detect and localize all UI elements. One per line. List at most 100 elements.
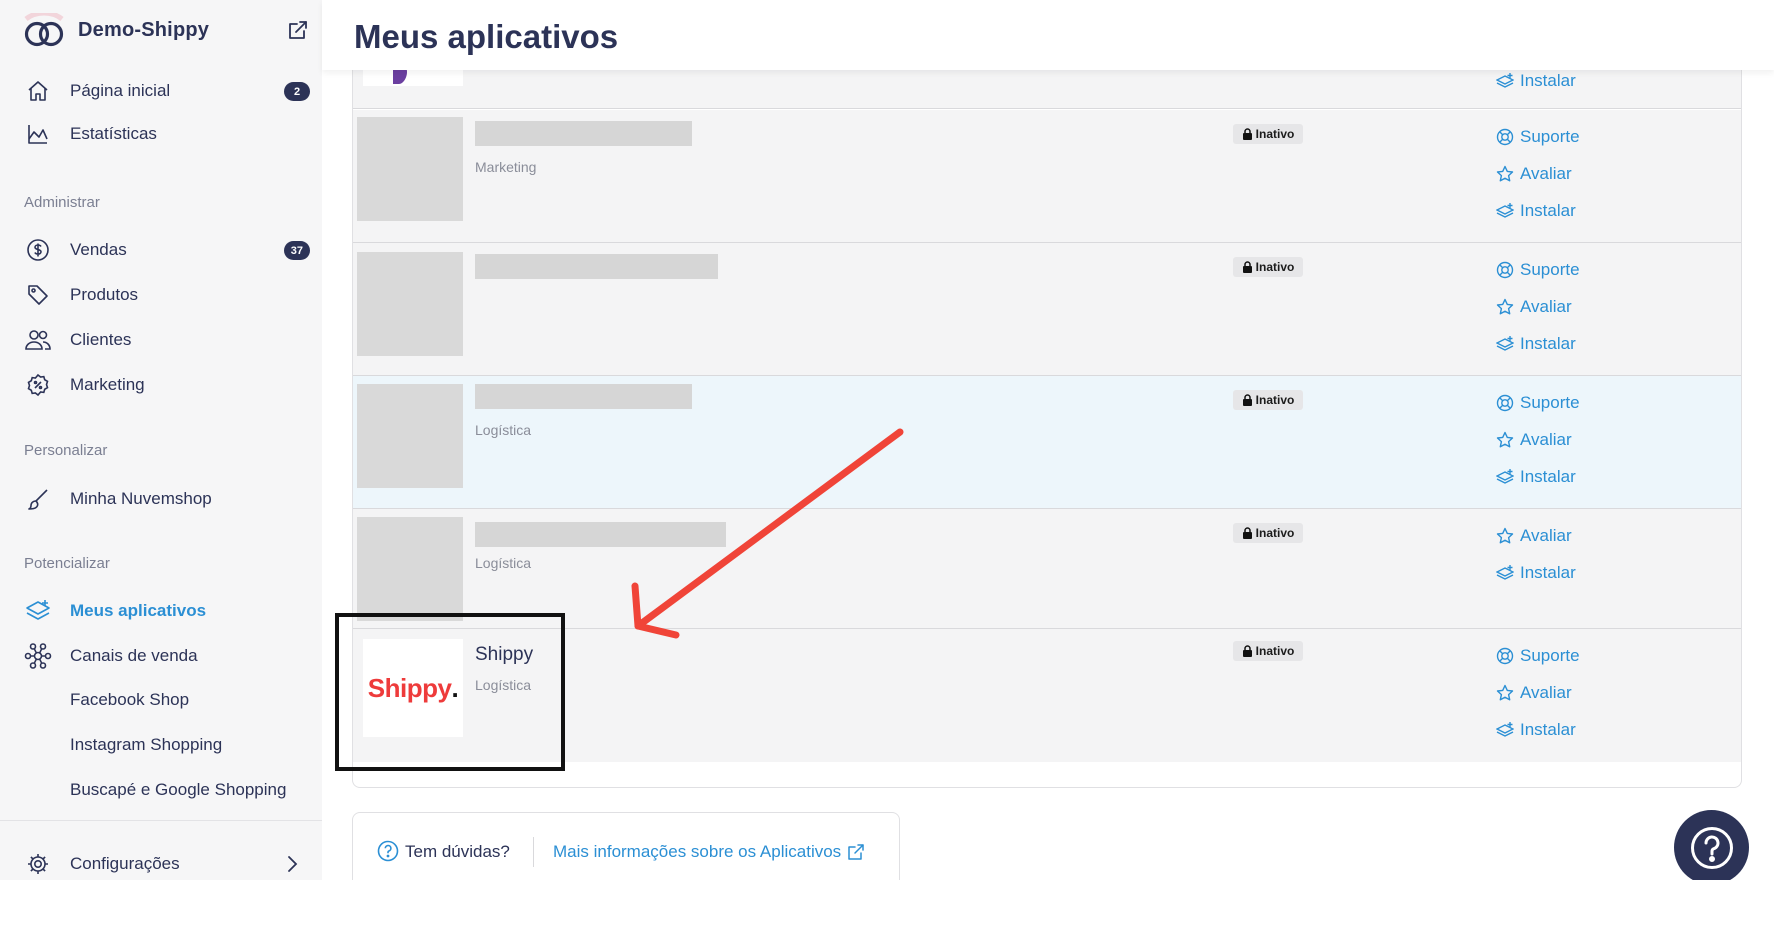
install-label: Instalar (1520, 334, 1576, 353)
nav-my-apps[interactable]: Meus aplicativos (24, 595, 314, 627)
status-label: Inativo (1255, 644, 1295, 658)
install-icon (1496, 469, 1514, 484)
page-title: Meus aplicativos (354, 18, 619, 55)
apps-stack-icon (24, 597, 52, 625)
help-card: Tem dúvidas? Mais informações sobre os A… (352, 812, 900, 880)
app-name-redacted (475, 254, 718, 279)
app-row-shippy: Shippy. Shippy Logística Inativo Suporte… (353, 629, 1741, 762)
app-category: Logística (475, 677, 532, 693)
section-boost: Potencializar (24, 555, 110, 572)
nav-customers[interactable]: Clientes (24, 324, 314, 356)
support-button[interactable]: Suporte (1496, 390, 1580, 416)
nav-stats-label: Estatísticas (70, 124, 157, 143)
nav-instagram-shopping[interactable]: Instagram Shopping (70, 735, 222, 755)
rate-label: Avaliar (1520, 526, 1572, 545)
lock-icon (1242, 645, 1252, 657)
install-button[interactable]: Instalar (1496, 198, 1576, 224)
sidebar-divider (0, 820, 322, 821)
app-thumbnail (357, 384, 463, 488)
rate-button[interactable]: Avaliar (1496, 294, 1572, 320)
nav-buscape-google[interactable]: Buscapé e Google Shopping (70, 780, 286, 800)
help-more-info-link[interactable]: Mais informações sobre os Aplicativos (553, 842, 865, 862)
chart-icon (24, 120, 52, 148)
install-button[interactable]: Instalar (1496, 560, 1576, 586)
nav-home[interactable]: Página inicial 2 (24, 75, 314, 107)
main-content: Meus aplicativos Instalar Marketing Inat… (322, 0, 1774, 880)
install-button[interactable]: Instalar (1496, 717, 1576, 743)
rate-label: Avaliar (1520, 683, 1572, 702)
shippy-logo: Shippy. (363, 639, 463, 737)
nav-products[interactable]: Produtos (24, 279, 314, 311)
status-badge: Inativo (1233, 390, 1303, 410)
lifebuoy-icon (1496, 647, 1514, 665)
status-badge: Inativo (1233, 257, 1303, 277)
nav-settings[interactable]: Configurações (24, 848, 314, 880)
star-icon (1496, 431, 1514, 448)
install-label: Instalar (1520, 467, 1576, 486)
nav-sales-label: Vendas (70, 240, 127, 259)
app-thumbnail (357, 117, 463, 221)
star-icon (1496, 165, 1514, 182)
help-chat-button[interactable] (1674, 810, 1749, 880)
lock-icon (1242, 527, 1252, 539)
question-circle-icon (377, 840, 399, 862)
status-badge: Inativo (1233, 523, 1303, 543)
rate-button[interactable]: Avaliar (1496, 523, 1572, 549)
nav-facebook-shop[interactable]: Facebook Shop (70, 690, 189, 710)
lock-icon (1242, 128, 1252, 140)
rate-button[interactable]: Avaliar (1496, 680, 1572, 706)
status-label: Inativo (1255, 127, 1295, 141)
install-button[interactable]: Instalar (1496, 464, 1576, 490)
app-name[interactable]: Shippy (475, 644, 533, 666)
network-icon (24, 642, 52, 670)
support-button[interactable]: Suporte (1496, 257, 1580, 283)
app-category: Logística (475, 422, 532, 438)
star-icon (1496, 684, 1514, 701)
question-circle-icon (1690, 826, 1733, 869)
rate-label: Avaliar (1520, 164, 1572, 183)
lifebuoy-icon (1496, 128, 1514, 146)
external-link-icon (848, 844, 864, 860)
install-label: Instalar (1520, 720, 1576, 739)
chevron-right-icon[interactable] (286, 855, 298, 873)
nav-marketing[interactable]: Marketing (24, 369, 314, 401)
nav-sales[interactable]: Vendas 37 (24, 234, 314, 266)
support-label: Suporte (1520, 393, 1580, 412)
install-icon (1496, 336, 1514, 351)
lifebuoy-icon (1496, 394, 1514, 412)
home-icon (24, 77, 52, 105)
nav-home-label: Página inicial (70, 81, 171, 100)
rate-button[interactable]: Avaliar (1496, 427, 1572, 453)
install-icon (1496, 565, 1514, 580)
support-button[interactable]: Suporte (1496, 643, 1580, 669)
nav-settings-label: Configurações (70, 854, 180, 873)
install-button[interactable]: Instalar (1496, 331, 1576, 357)
install-icon (1496, 203, 1514, 218)
support-button[interactable]: Suporte (1496, 124, 1580, 150)
status-label: Inativo (1255, 393, 1295, 407)
lock-icon (1242, 261, 1252, 273)
app-category: Logística (475, 555, 532, 571)
install-label: Instalar (1520, 201, 1576, 220)
nav-my-store[interactable]: Minha Nuvemshop (24, 483, 314, 515)
app-category: Marketing (475, 159, 537, 175)
star-icon (1496, 527, 1514, 544)
sales-count-badge: 37 (283, 241, 310, 260)
rate-label: Avaliar (1520, 297, 1572, 316)
install-icon (1496, 722, 1514, 737)
nav-products-label: Produtos (70, 285, 139, 304)
nav-sales-channels[interactable]: Canais de venda (24, 640, 314, 672)
home-count-badge: 2 (284, 82, 310, 101)
install-button[interactable]: Instalar (1496, 68, 1576, 94)
cloud-logo-icon (24, 13, 64, 47)
nav-sales-channels-label: Canais de venda (70, 646, 198, 665)
install-label: Instalar (1520, 563, 1576, 582)
status-badge: Inativo (1233, 641, 1303, 661)
nav-stats[interactable]: Estatísticas (24, 118, 314, 150)
external-link-icon[interactable] (287, 19, 309, 41)
install-icon (1496, 73, 1514, 88)
apps-list: Instalar Marketing Inativo Suporte Avali… (335, 60, 1742, 788)
rate-button[interactable]: Avaliar (1496, 161, 1572, 187)
app-row: Logística Inativo Avaliar Instalar (353, 509, 1741, 629)
section-customize: Personalizar (24, 442, 108, 459)
